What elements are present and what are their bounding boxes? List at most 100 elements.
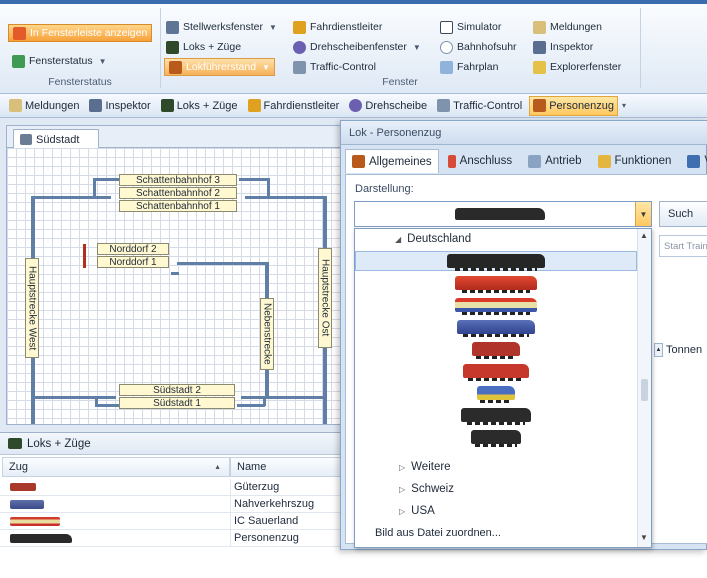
turntable-icon bbox=[293, 40, 306, 54]
chevron-down-icon: ▼ bbox=[262, 62, 270, 72]
expand-icon: ▷ bbox=[399, 506, 406, 516]
sort-ascending-icon: ▲ bbox=[214, 463, 221, 471]
search-button[interactable]: Such bbox=[659, 201, 707, 227]
track-segment bbox=[171, 272, 179, 275]
inspector-button[interactable]: Inspektor bbox=[533, 38, 593, 56]
loco-option[interactable] bbox=[355, 339, 637, 359]
track-grid[interactable]: Schattenbahnhof 3 Schattenbahnhof 2 Scha… bbox=[7, 148, 345, 424]
tab-more[interactable]: Ve bbox=[680, 149, 707, 173]
show-in-taskbar-button[interactable]: In Fensterleiste anzeigen bbox=[8, 24, 153, 42]
simulator-button[interactable]: Simulator bbox=[440, 18, 501, 36]
quickbar-overflow-icon[interactable]: ▾ bbox=[622, 101, 626, 110]
start-train-field[interactable]: Start Train bbox=[659, 235, 707, 257]
cab-icon bbox=[169, 60, 182, 74]
cell-divider bbox=[230, 513, 231, 530]
turntable-icon bbox=[349, 99, 363, 112]
quick-locos-button[interactable]: Loks + Züge bbox=[158, 96, 241, 116]
quick-traffic-control-button[interactable]: Traffic-Control bbox=[434, 96, 525, 116]
chevron-down-icon: ▼ bbox=[268, 22, 277, 32]
group-schweiz[interactable]: ▷ Schweiz bbox=[399, 483, 454, 495]
platform-suedstadt-1[interactable]: Südstadt 1 bbox=[119, 397, 235, 409]
functions-icon bbox=[597, 154, 611, 168]
platform-hauptstrecke-ost[interactable]: Hauptstrecke Ost bbox=[318, 248, 332, 348]
tab-allgemeines[interactable]: Allgemeines bbox=[345, 149, 439, 173]
group-label-fensterstatus: Fensterstatus bbox=[48, 76, 112, 88]
dispatcher-button[interactable]: Fahrdienstleiter bbox=[293, 18, 382, 36]
appearance-dropdown-list[interactable]: ◢ Deutschland ▷ Weitere ▷ Schweiz ▷ USA … bbox=[354, 228, 652, 548]
tab-anschluss[interactable]: Anschluss bbox=[441, 149, 519, 173]
scroll-down-icon[interactable]: ▼ bbox=[640, 533, 648, 542]
messages-button[interactable]: Meldungen bbox=[533, 18, 602, 36]
quick-turntable-button[interactable]: Drehscheibe bbox=[346, 96, 430, 116]
loco-thumbnail bbox=[10, 517, 60, 526]
quick-messages-button[interactable]: Meldungen bbox=[6, 96, 82, 116]
group-usa[interactable]: ▷ USA bbox=[399, 505, 435, 517]
cell-divider bbox=[230, 479, 231, 496]
driver-cab-button[interactable]: Lokführerstand ▼ bbox=[164, 58, 275, 76]
track-segment bbox=[31, 196, 111, 199]
platform-schattenbahnhof-3[interactable]: Schattenbahnhof 3 bbox=[119, 174, 237, 186]
ribbon-topline bbox=[0, 0, 707, 4]
loco-image bbox=[461, 408, 531, 425]
dropdown-scrollbar[interactable]: ▲ ▼ bbox=[637, 229, 651, 547]
track-segment bbox=[31, 396, 116, 399]
loco-option[interactable] bbox=[355, 383, 637, 403]
buffer-stop bbox=[83, 244, 86, 268]
traffic-control-icon bbox=[437, 99, 451, 112]
signalbox-window-button[interactable]: Stellwerksfenster ▼ bbox=[166, 18, 277, 36]
platform-schattenbahnhof-1[interactable]: Schattenbahnhof 1 bbox=[119, 200, 237, 212]
loco-option[interactable] bbox=[355, 361, 637, 381]
track-segment bbox=[267, 178, 270, 198]
connector-icon bbox=[447, 154, 456, 168]
layout-icon bbox=[20, 134, 32, 145]
track-segment bbox=[95, 404, 120, 407]
turntable-window-button[interactable]: Drehscheibenfenster ▼ bbox=[293, 38, 421, 56]
window-status-button[interactable]: Fensterstatus ▼ bbox=[12, 52, 107, 70]
group-deutschland[interactable]: ◢ Deutschland bbox=[395, 233, 471, 245]
scroll-thumb[interactable] bbox=[641, 379, 648, 401]
tab-antrieb[interactable]: Antrieb bbox=[521, 149, 588, 173]
loco-thumbnail bbox=[10, 500, 44, 509]
explorer-window-button[interactable]: Explorerfenster bbox=[533, 58, 621, 76]
scroll-up-icon[interactable]: ▲ bbox=[640, 231, 648, 240]
loco-option[interactable] bbox=[355, 427, 637, 447]
column-header-zug[interactable]: Zug ▲ bbox=[2, 457, 230, 477]
loco-option[interactable] bbox=[355, 317, 637, 337]
platform-suedstadt-2[interactable]: Südstadt 2 bbox=[119, 384, 235, 396]
quick-dispatcher-button[interactable]: Fahrdienstleiter bbox=[245, 96, 343, 116]
quick-personenzug-button[interactable]: Personenzug bbox=[529, 95, 619, 116]
locos-trains-button[interactable]: Loks + Züge bbox=[166, 38, 241, 56]
cell-divider bbox=[230, 496, 231, 513]
tab-funktionen[interactable]: Funktionen bbox=[591, 149, 679, 173]
appearance-combobox[interactable]: ▼ bbox=[354, 201, 652, 227]
loco-thumbnail bbox=[10, 483, 36, 491]
spinner-icon[interactable]: ▲ bbox=[654, 343, 663, 357]
loco-option[interactable] bbox=[355, 295, 637, 315]
platform-norddorf-1[interactable]: Norddorf 1 bbox=[97, 256, 169, 268]
loco-image bbox=[447, 254, 545, 271]
assign-image-from-file[interactable]: Bild aus Datei zuordnen... bbox=[375, 527, 501, 539]
loco-option[interactable] bbox=[355, 405, 637, 425]
ribbon: In Fensterleiste anzeigen Fensterstatus … bbox=[0, 0, 707, 94]
platform-norddorf-2[interactable]: Norddorf 2 bbox=[97, 243, 169, 255]
quick-inspector-button[interactable]: Inspektor bbox=[86, 96, 153, 116]
tab-suedstadt[interactable]: Südstadt bbox=[13, 129, 99, 149]
platform-nebenstrecke[interactable]: Nebenstrecke bbox=[260, 298, 274, 370]
loco-option[interactable] bbox=[355, 251, 637, 271]
tonnen-field: ▲ Tonnen bbox=[654, 343, 703, 357]
station-clock-button[interactable]: Bahnhofsuhr bbox=[440, 38, 517, 56]
track-segment bbox=[241, 396, 327, 399]
group-separator bbox=[640, 8, 641, 88]
clock-icon bbox=[440, 40, 453, 54]
group-weitere[interactable]: ▷ Weitere bbox=[399, 461, 451, 473]
loco-option[interactable] bbox=[355, 273, 637, 293]
cell-divider bbox=[230, 530, 231, 547]
chevron-down-icon[interactable]: ▼ bbox=[635, 202, 651, 226]
platform-hauptstrecke-west[interactable]: Hauptstrecke West bbox=[25, 258, 39, 358]
platform-schattenbahnhof-2[interactable]: Schattenbahnhof 2 bbox=[119, 187, 237, 199]
dialog-tabs: Allgemeines Anschluss Antrieb Funktionen… bbox=[345, 149, 707, 175]
traffic-control-button[interactable]: Traffic-Control bbox=[293, 58, 376, 76]
timetable-button[interactable]: Fahrplan bbox=[440, 58, 498, 76]
dispatcher-icon bbox=[247, 99, 261, 112]
loco-image bbox=[471, 430, 521, 447]
